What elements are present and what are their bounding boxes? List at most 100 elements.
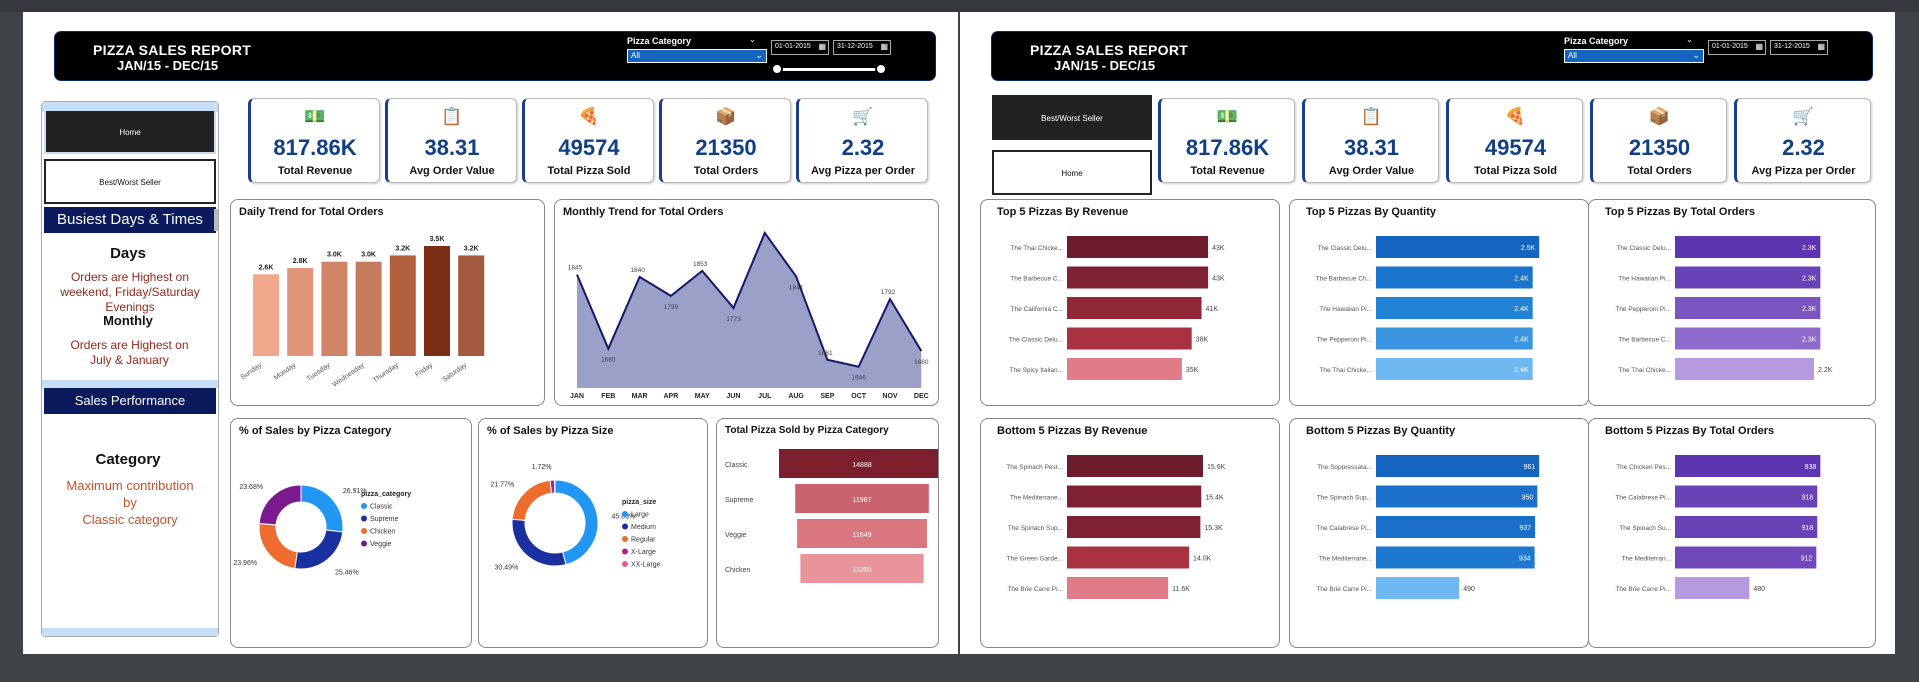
category-slicer-dropdown[interactable]: All ⌄	[627, 49, 767, 63]
bar-value-label: 912	[1801, 556, 1813, 563]
bar[interactable]	[1675, 546, 1817, 569]
bar-category-label: The Spinach Su...	[1619, 525, 1671, 532]
slicer-menu-icon[interactable]: ⌄	[749, 35, 756, 44]
bot-ord-card[interactable]: Bottom 5 Pizzas By Total Orders The Chick…	[1588, 418, 1876, 648]
donut-slice[interactable]	[511, 479, 553, 521]
calendar-icon: ▦	[880, 42, 888, 51]
scrollbar[interactable]	[214, 209, 218, 231]
donut-slice[interactable]	[294, 529, 344, 570]
slicer-menu-icon[interactable]: ⌄	[1686, 35, 1693, 44]
date-range-slider[interactable]	[771, 63, 887, 75]
bar[interactable]	[1675, 327, 1821, 350]
bar[interactable]	[1376, 577, 1460, 599]
monthly-area[interactable]	[577, 232, 922, 388]
date-from-field[interactable]: 01-01-2015 ▦	[1708, 40, 1766, 55]
funnel-category-label: Chicken	[725, 567, 750, 574]
bar[interactable]	[1067, 455, 1203, 477]
bar[interactable]	[1675, 358, 1815, 380]
bar[interactable]	[1067, 516, 1201, 538]
top-rev-card[interactable]: Top 5 Pizzas By Revenue The Thai Chicke..…	[980, 199, 1280, 406]
donut-slice[interactable]	[511, 518, 567, 567]
daily-bar[interactable]	[321, 261, 348, 356]
funnel-value-label: 14888	[852, 462, 872, 469]
bar[interactable]	[1675, 485, 1818, 508]
monthly-trend-card[interactable]: Monthly Trend for Total Orders 1845 JAN 16…	[554, 199, 939, 406]
kpi-label: Total Pizza Sold	[547, 165, 631, 177]
home-button[interactable]: Home	[992, 150, 1152, 195]
bar[interactable]	[1675, 516, 1818, 538]
bar[interactable]	[1067, 236, 1209, 258]
bar[interactable]	[1067, 546, 1190, 569]
bar[interactable]	[1675, 266, 1821, 289]
bar[interactable]	[1067, 327, 1192, 350]
bar[interactable]	[1675, 577, 1750, 599]
daily-bar[interactable]	[287, 268, 314, 356]
bar[interactable]	[1675, 236, 1821, 258]
category-total-funnel: 14888 Classic 11987 Supreme 11649 Veggie 11050…	[725, 449, 938, 583]
bot-qty-card[interactable]: Bottom 5 Pizzas By Quantity The Soppressa…	[1289, 418, 1589, 648]
top-qty-card[interactable]: Top 5 Pizzas By Quantity The Classic Delu…	[1289, 199, 1589, 406]
best-worst-seller-button[interactable]: Best/Worst Seller	[992, 95, 1152, 140]
bar[interactable]	[1376, 546, 1535, 569]
monthly-data-label: 1799	[664, 304, 679, 311]
report-title: PIZZA SALES REPORT	[1030, 42, 1189, 58]
best-worst-seller-button[interactable]: Best/Worst Seller	[44, 159, 216, 204]
category-total-card[interactable]: Total Pizza Sold by Pizza Category 14888…	[716, 418, 939, 648]
bar[interactable]	[1067, 485, 1202, 508]
bar[interactable]	[1675, 297, 1821, 319]
pizza-icon: 🍕	[578, 107, 600, 126]
kpi-label: Total Orders	[693, 165, 759, 177]
days-heading: Days	[110, 245, 146, 262]
donut-slice[interactable]	[258, 484, 302, 526]
kpi-value: 817.86K	[1185, 135, 1270, 160]
daily-trend-chart: 2.6K Sunday 2.8K Monday 3.0K Tuesday 3.0K Wedne…	[240, 236, 485, 389]
date-to-field[interactable]: 31-12-2015 ▦	[833, 40, 891, 55]
bar[interactable]	[1376, 358, 1533, 380]
daily-bar[interactable]	[355, 261, 382, 356]
chevron-down-icon: ⌄	[1692, 50, 1700, 60]
bar-value-label: 490	[1463, 586, 1475, 593]
daily-bar[interactable]	[458, 255, 485, 356]
daily-bar[interactable]	[253, 274, 279, 356]
bar[interactable]	[1067, 297, 1202, 319]
bot-rev-card[interactable]: Bottom 5 Pizzas By Revenue The Spinach Pe…	[980, 418, 1280, 648]
monthly-trend-chart: 1845 JAN 1685 FEB 1840 MAR 1799 APR 1853 MAY 1773 J…	[568, 230, 929, 400]
slider-end-handle[interactable]	[875, 63, 887, 75]
top-ord-card[interactable]: Top 5 Pizzas By Total Orders The Classic …	[1588, 199, 1876, 406]
category-slicer-dropdown[interactable]: All ⌄	[1564, 49, 1704, 63]
bar[interactable]	[1376, 485, 1538, 508]
donut-slice[interactable]	[258, 522, 298, 570]
bar[interactable]	[1376, 327, 1533, 350]
bar[interactable]	[1376, 516, 1536, 538]
home-button[interactable]: Home	[44, 109, 216, 154]
bar-value-label: 961	[1524, 464, 1536, 471]
category-heading: Category	[95, 451, 161, 468]
legend-dot	[361, 540, 367, 547]
daily-bar[interactable]	[389, 255, 416, 356]
funnel-value-label: 11649	[853, 532, 872, 539]
daily-trend-card[interactable]: Daily Trend for Total Orders 2.6K Sunday 2…	[230, 199, 545, 406]
bar[interactable]	[1376, 455, 1540, 477]
bar[interactable]	[1067, 577, 1169, 599]
date-from-field[interactable]: 01-01-2015 ▦	[771, 40, 829, 55]
bar[interactable]	[1067, 358, 1182, 380]
bar[interactable]	[1376, 266, 1533, 289]
size-pct-card[interactable]: % of Sales by Pizza Size 45.89% 30.49% 21.…	[478, 418, 708, 648]
size-pct-donut: 45.89%30.49%21.77%1.72%pizza_sizeLargeMe…	[490, 464, 661, 571]
date-to-field[interactable]: 31-12-2015 ▦	[1770, 40, 1828, 55]
bar[interactable]	[1675, 455, 1821, 477]
legend-label: XX-Large	[631, 562, 661, 569]
donut-pct-label: 25.46%	[335, 570, 359, 577]
chevron-down-icon: ⌄	[755, 50, 763, 60]
bar[interactable]	[1376, 236, 1540, 258]
monthly-data-label: 1845	[568, 265, 583, 272]
bar[interactable]	[1067, 266, 1209, 289]
daily-bar[interactable]	[424, 246, 450, 356]
bar[interactable]	[1376, 297, 1533, 319]
donut-pct-label: 21.77%	[490, 481, 514, 488]
kpi-card: 🛒 2.32 Avg Pizza per Order	[796, 98, 928, 183]
donut-legend: pizza_size Large Medium Regular X-Large XX-La…	[622, 499, 661, 569]
donut-slice[interactable]	[300, 484, 344, 533]
category-pct-card[interactable]: % of Sales by Pizza Category 26.91% 25.46…	[230, 418, 472, 648]
slider-start-handle[interactable]	[771, 63, 783, 75]
